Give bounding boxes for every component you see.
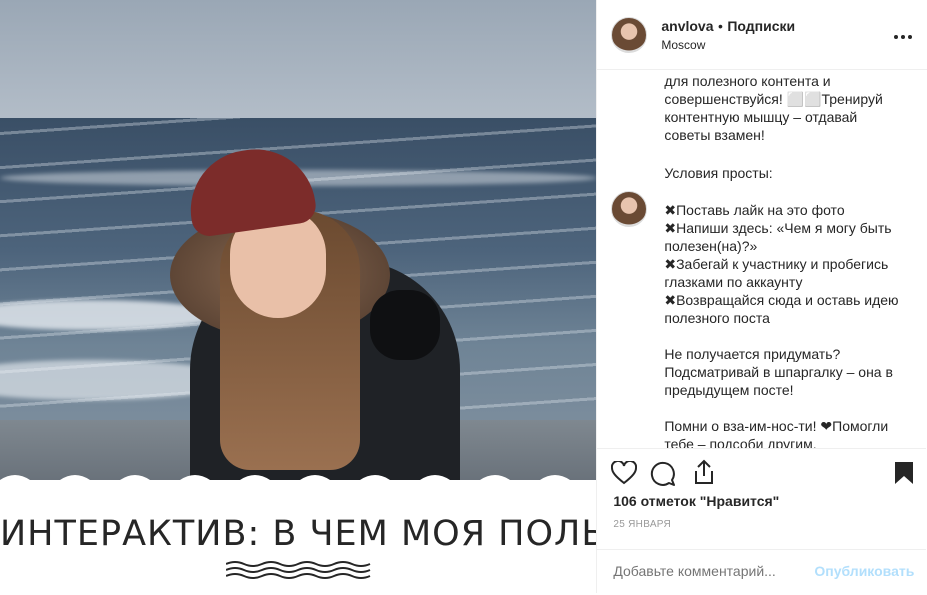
post-header: anvlova • Подписки Moscow [597, 0, 927, 70]
caption-line: глазками по аккаунту [664, 274, 803, 290]
bookmark-icon[interactable] [894, 461, 914, 485]
location-link[interactable]: Moscow [661, 38, 893, 52]
caption-line: ✖Напиши здесь: «Чем я могу быть [664, 220, 892, 236]
post-date[interactable]: 25 ЯНВАРЯ [613, 519, 671, 530]
caption-line: ✖Возвращайся сюда и оставь идею [664, 292, 899, 308]
likes-count[interactable]: 106 отметок "Нравится" [613, 493, 779, 509]
username-link[interactable]: anvlova [661, 18, 713, 34]
more-options-icon[interactable] [893, 23, 913, 46]
instagram-post: ИНТЕРАКТИВ: В ЧЕМ МОЯ ПОЛЬЗА anvlova • П… [0, 0, 927, 593]
post-side-panel: anvlova • Подписки Moscow для полезного … [596, 0, 927, 593]
heart-icon[interactable] [611, 461, 638, 485]
caption-line: советы взамен! [664, 127, 765, 143]
publish-button[interactable]: Опубликовать [814, 563, 914, 579]
post-actions: 106 отметок "Нравится" 25 ЯНВАРЯ Опублик… [597, 448, 927, 595]
caption-conditions-title: Условия просты: [664, 165, 773, 181]
woman-in-red-hat [170, 141, 460, 510]
caption-area: для полезного контента и совершенствуйся… [597, 70, 926, 448]
caption-line: ✖Забегай к участнику и пробегись [664, 256, 889, 272]
post-image[interactable]: ИНТЕРАКТИВ: В ЧЕМ МОЯ ПОЛЬЗА [0, 0, 597, 593]
share-icon[interactable] [692, 459, 716, 485]
avatar[interactable] [611, 16, 648, 53]
squiggle-decoration [226, 561, 371, 579]
comment-icon[interactable] [650, 461, 676, 487]
caption-line: Помни о вза-им-нос-ти! ❤Помогли [664, 418, 889, 434]
banner-title: ИНТЕРАКТИВ: В ЧЕМ МОЯ ПОЛЬЗА [0, 514, 597, 554]
sky [0, 0, 597, 125]
header-info: anvlova • Подписки Moscow [661, 18, 893, 52]
caption-line: полезного поста [664, 310, 770, 326]
comment-avatar[interactable] [611, 191, 648, 227]
following-button[interactable]: Подписки [727, 18, 795, 34]
caption-line: контентную мышцу – отдавай [664, 109, 858, 125]
caption-line: тебе – подсоби другим. [664, 436, 817, 448]
caption-line: предыдущем посте! [664, 382, 794, 398]
caption-line: Не получается придумать? [664, 346, 841, 362]
caption-line: полезен(на)?» [664, 238, 758, 254]
separator-dot: • [717, 17, 723, 34]
caption-line: ✖Поставь лайк на это фото [664, 202, 845, 218]
caption-line: совершенствуйся! ⬜⬜Тренируй [664, 91, 883, 107]
wavy-edge [0, 475, 597, 492]
black-glove [370, 290, 440, 360]
caption-line: для полезного контента и [664, 73, 831, 89]
add-comment-bar: Опубликовать [597, 549, 927, 595]
comment-input[interactable] [613, 563, 814, 579]
caption-line: Подсматривай в шпаргалку – она в [664, 364, 893, 380]
